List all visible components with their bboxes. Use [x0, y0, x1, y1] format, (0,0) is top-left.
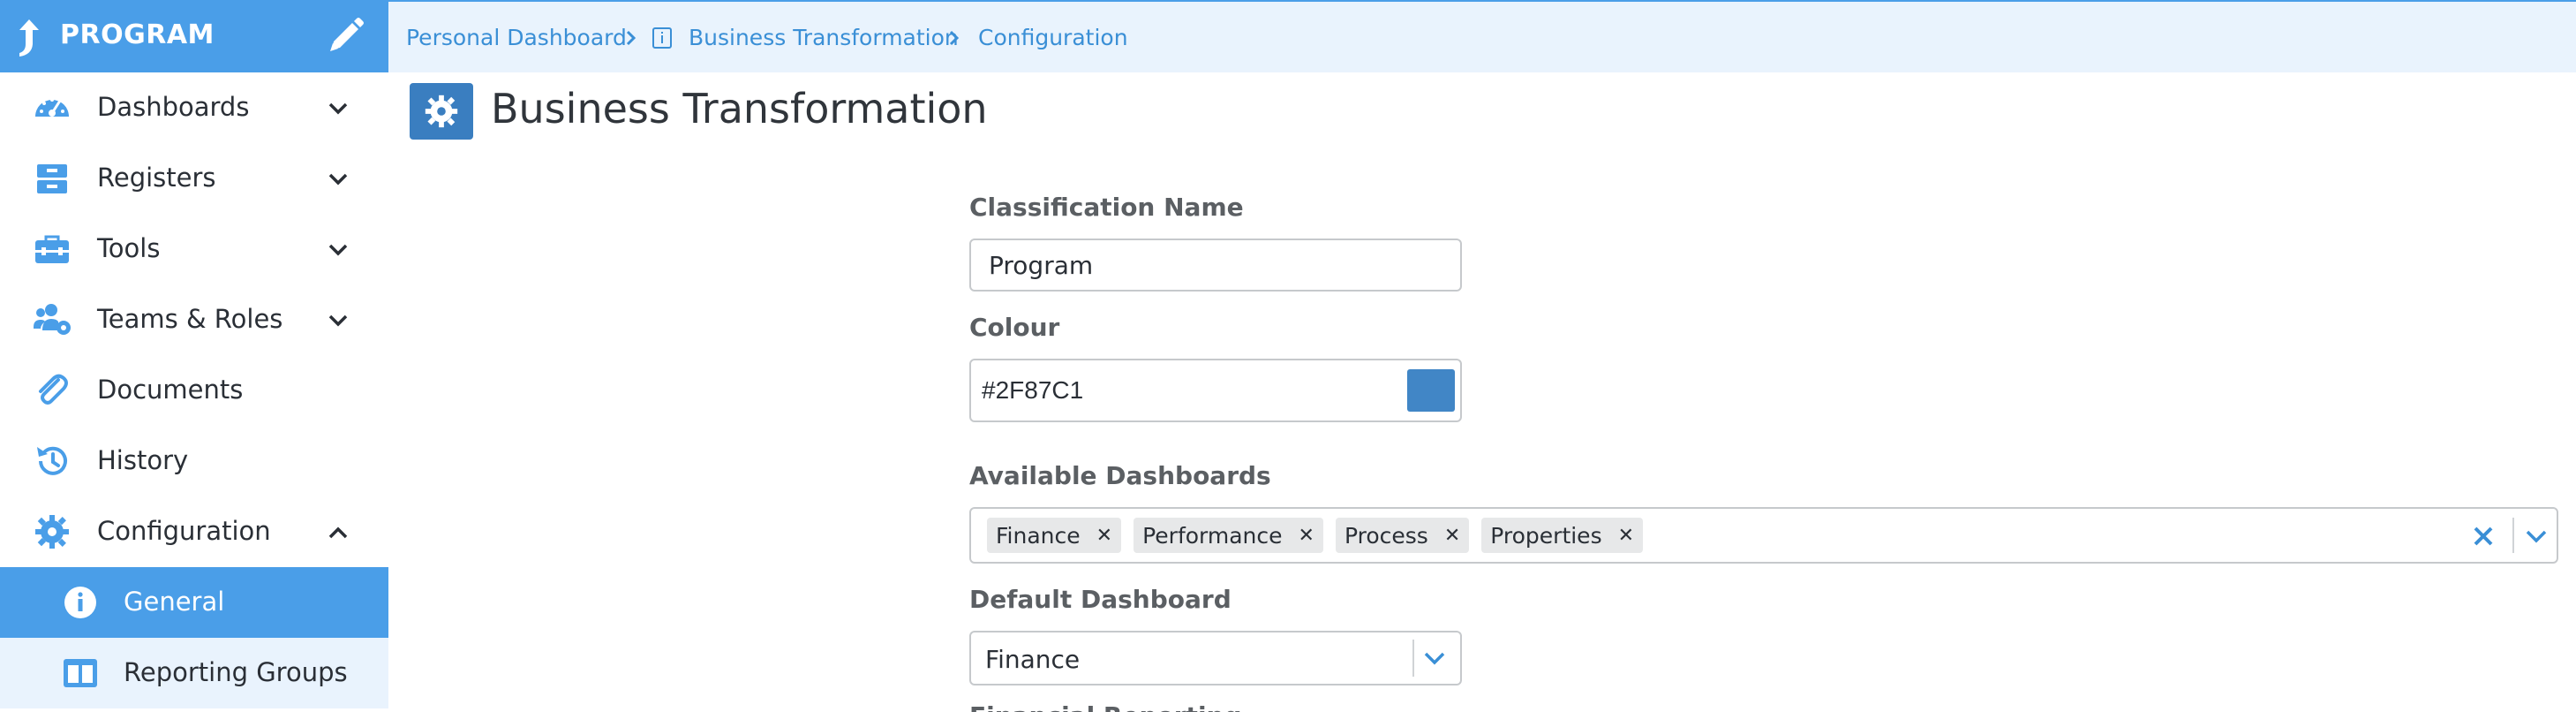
remove-tag-icon[interactable]: ✕ — [1299, 525, 1314, 547]
sidebar-item-documents[interactable]: Documents — [0, 355, 388, 426]
dashboard-tag-process: Process ✕ — [1335, 518, 1470, 553]
paperclip-icon — [39, 374, 68, 405]
remove-tag-icon[interactable]: ✕ — [1444, 525, 1460, 547]
info-circle-icon — [64, 587, 96, 618]
select-divider — [1412, 640, 1414, 677]
breadcrumb-configuration[interactable]: Configuration — [978, 25, 1128, 50]
page-gear-badge — [410, 83, 473, 140]
chevron-down-icon[interactable] — [325, 307, 351, 334]
sidebar-item-label: Configuration — [97, 516, 271, 546]
colour-value: #2F87C1 — [982, 376, 1084, 404]
select-divider — [2512, 518, 2514, 553]
chevron-down-icon[interactable] — [325, 95, 351, 122]
default-dashboard-value: Finance — [985, 645, 1081, 674]
clear-icon[interactable] — [2468, 521, 2498, 551]
chevron-up-icon[interactable] — [325, 519, 351, 546]
sidebar-item-history[interactable]: History — [0, 426, 388, 496]
history-icon — [37, 446, 67, 475]
chevron-down-icon[interactable] — [2523, 525, 2550, 548]
default-dashboard-label: Default Dashboard — [969, 585, 1232, 614]
sidebar-item-dashboards[interactable]: Dashboards — [0, 72, 388, 143]
dashboard-tag-performance: Performance ✕ — [1134, 518, 1323, 553]
gear-icon — [425, 95, 458, 128]
chevron-right-icon — [949, 30, 960, 46]
sidebar-item-label: Dashboards — [97, 92, 250, 122]
chevron-right-icon — [626, 30, 636, 46]
available-dashboards-label: Available Dashboards — [969, 461, 1271, 490]
gear-icon — [35, 515, 69, 549]
sidebar-item-label: Tools — [97, 233, 161, 263]
archive-drawer-icon — [37, 164, 67, 193]
classification-name-input[interactable] — [969, 239, 1462, 292]
available-dashboards-select[interactable]: Finance ✕ Performance ✕ Process ✕ Propertie… — [969, 507, 2558, 564]
columns-icon — [64, 659, 97, 687]
program-label: PROGRAM — [60, 19, 215, 50]
colour-swatch[interactable] — [1407, 369, 1455, 412]
pencil-icon[interactable] — [325, 16, 365, 57]
page-title: Business Transformation — [491, 85, 988, 133]
sidebar-item-configuration[interactable]: Configuration — [0, 496, 388, 567]
info-square-icon — [652, 27, 672, 49]
sidebar-item-label: Teams & Roles — [97, 304, 283, 334]
users-cog-icon — [34, 304, 71, 335]
sidebar-subitem-reporting-groups[interactable]: Reporting Groups — [0, 638, 388, 708]
colour-field[interactable]: #2F87C1 — [969, 359, 1462, 422]
remove-tag-icon[interactable]: ✕ — [1618, 525, 1634, 547]
toolbox-icon — [35, 235, 69, 263]
sidebar-item-tools[interactable]: Tools — [0, 214, 388, 284]
sidebar-item-label: Registers — [97, 163, 216, 193]
dashboard-tag-properties: Properties ✕ — [1481, 518, 1644, 553]
sidebar-subitem-label: General — [124, 587, 225, 617]
remove-tag-icon[interactable]: ✕ — [1096, 525, 1112, 547]
classification-name-label: Classification Name — [969, 193, 1244, 222]
breadcrumb-business-transformation[interactable]: Business Transformation — [689, 25, 959, 50]
program-header[interactable]: PROGRAM — [0, 0, 388, 72]
dashboard-gauge-icon — [35, 98, 69, 117]
chevron-down-icon[interactable] — [1421, 647, 1448, 670]
sidebar-subitem-general[interactable]: General — [0, 567, 388, 638]
chevron-down-icon[interactable] — [325, 237, 351, 263]
sidebar-subitem-label: Reporting Groups — [124, 657, 348, 687]
financial-reporting-label: Financial Reporting — [969, 701, 1242, 712]
breadcrumb: Personal Dashboard Business Transformati… — [388, 0, 2576, 72]
sidebar-item-label: Documents — [97, 375, 244, 405]
level-up-icon — [19, 19, 39, 57]
default-dashboard-select[interactable]: Finance — [969, 631, 1462, 685]
sidebar: PROGRAM Dashboards Registers Tools Teams… — [0, 0, 388, 712]
sidebar-item-registers[interactable]: Registers — [0, 143, 388, 214]
colour-label: Colour — [969, 313, 1060, 342]
breadcrumb-personal-dashboard[interactable]: Personal Dashboard — [406, 25, 627, 50]
dashboard-tag-finance: Finance ✕ — [987, 518, 1122, 553]
sidebar-item-label: History — [97, 445, 189, 475]
sidebar-item-teams-roles[interactable]: Teams & Roles — [0, 284, 388, 355]
chevron-down-icon[interactable] — [325, 166, 351, 193]
